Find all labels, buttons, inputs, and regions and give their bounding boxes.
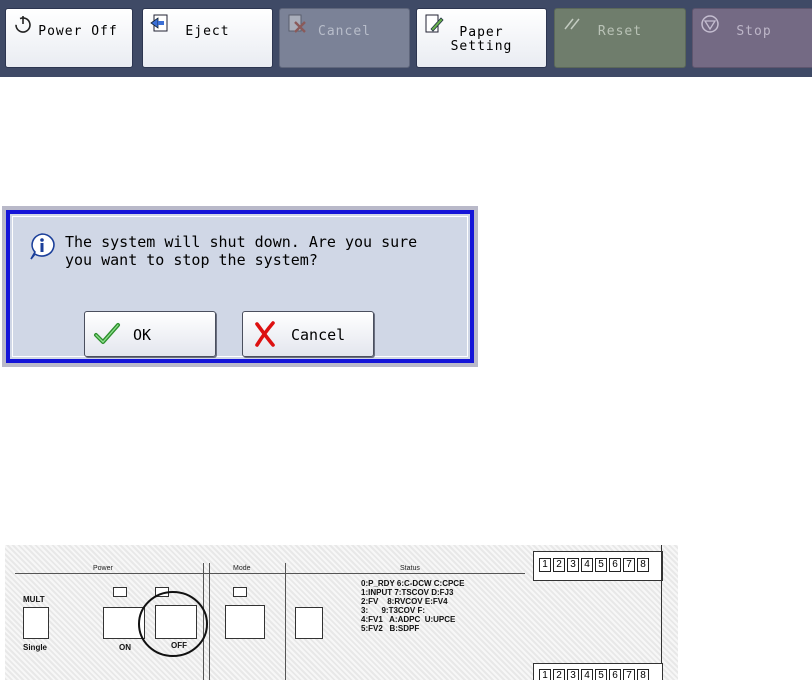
cancel-label: Cancel	[291, 326, 346, 344]
confirm-shutdown-dialog: The system will shut down. Are you sure …	[2, 206, 478, 367]
dialog-frame: The system will shut down. Are you sure …	[6, 210, 474, 363]
paper-setting-button[interactable]: Paper Setting	[416, 8, 547, 68]
mult-label: MULT	[23, 595, 45, 604]
checkmark-icon	[94, 323, 120, 344]
operation-panel-diagram: Power Mode Status MULT Single ON OFF 0:P…	[5, 545, 678, 680]
indicator-number: 4	[581, 558, 593, 572]
power-off-button[interactable]: Power Off	[5, 8, 133, 68]
indicator-number: 3	[567, 669, 579, 680]
cancel-button[interactable]: Cancel	[242, 311, 374, 357]
top-toolbar: Power Off Eject Cancel Paper Setting Res…	[0, 0, 812, 77]
power-off-label: Power Off	[38, 24, 118, 39]
indicator-number: 3	[567, 558, 579, 572]
indicator-number: 2	[553, 669, 565, 680]
info-icon	[30, 233, 55, 260]
single-label: Single	[23, 643, 48, 652]
status-display	[295, 607, 323, 639]
eject-button[interactable]: Eject	[142, 8, 273, 68]
stop-label: Stop	[736, 24, 772, 39]
ok-button[interactable]: OK	[84, 311, 216, 357]
eject-label: Eject	[185, 24, 230, 39]
cancel-job-button[interactable]: Cancel	[279, 8, 410, 68]
ok-label: OK	[133, 326, 152, 344]
cross-icon	[255, 321, 275, 347]
mode-header: Mode	[233, 565, 251, 572]
indicator-number: 1	[539, 669, 551, 680]
indicator-number: 8	[637, 558, 649, 572]
indicator-number: 7	[623, 558, 635, 572]
indicator-number: 4	[581, 669, 593, 680]
panel-separator-3	[285, 563, 286, 680]
indicator-number: 6	[609, 558, 621, 572]
indicator-number: 7	[623, 669, 635, 680]
on-label: ON	[119, 643, 131, 652]
panel-divider	[15, 573, 525, 574]
off-switch-highlight-circle	[138, 591, 208, 657]
on-lamp	[113, 587, 127, 597]
status-codes: 0:P_RDY 6:C-DCW C:CPCE 1:INPUT 7:TSCOV D…	[361, 579, 465, 633]
indicator-number: 5	[595, 558, 607, 572]
reset-label: Reset	[597, 24, 643, 39]
indicator-number: 1	[539, 558, 551, 572]
indicator-number: 6	[609, 669, 621, 680]
indicator-number: 5	[595, 669, 607, 680]
paper-setting-label: Paper Setting	[450, 25, 513, 54]
dialog-message: The system will shut down. Are you sure …	[65, 233, 418, 269]
mult-switch	[23, 607, 49, 639]
dialog-body: The system will shut down. Are you sure …	[12, 216, 468, 357]
reset-button[interactable]: Reset	[554, 8, 686, 68]
indicator-number: 2	[553, 558, 565, 572]
power-header: Power	[93, 565, 113, 572]
right-border	[661, 545, 662, 680]
cancel-job-label: Cancel	[318, 24, 371, 39]
indicator-number: 8	[637, 669, 649, 680]
stop-button[interactable]: Stop	[692, 8, 812, 68]
mode-switch	[225, 605, 265, 639]
status-header: Status	[400, 565, 420, 572]
mode-lamp	[233, 587, 247, 597]
